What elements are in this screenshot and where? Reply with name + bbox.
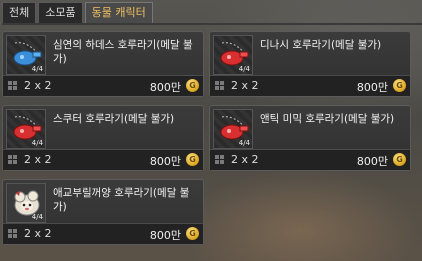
item-size: 2 x 2 xyxy=(231,79,259,92)
whistle-red-icon xyxy=(220,116,249,140)
inventory-grid-icon xyxy=(8,229,18,239)
item-name: 앤틱 미믹 호루라기(메달 불가) xyxy=(260,113,395,125)
item-card[interactable]: 4/4 스쿠터 호루라기(메달 불가) 2 x 2 800만 G xyxy=(2,105,204,171)
item-price: 800만 xyxy=(356,81,388,94)
item-card[interactable]: 4/4 앤틱 미믹 호루라기(메달 불가) 2 x 2 800만 G xyxy=(209,105,411,171)
gold-coin-icon: G xyxy=(186,79,199,92)
item-quantity: 4/4 xyxy=(31,213,43,221)
gold-coin-icon: G xyxy=(393,153,406,166)
item-name: 심연의 하데스 호루라기(메달 불가) xyxy=(53,39,193,65)
item-footer: 2 x 2 800만 G xyxy=(210,75,410,96)
item-price: 800만 xyxy=(149,155,181,168)
whistle-blue-icon xyxy=(13,42,42,66)
gold-coin-icon: G xyxy=(186,153,199,166)
whistle-red-icon xyxy=(13,116,42,140)
gold-coin-icon: G xyxy=(393,79,406,92)
item-size: 2 x 2 xyxy=(231,153,259,166)
item-name: 디나시 호루라기(메달 불가) xyxy=(260,39,382,51)
tab-animal-character[interactable]: 동물 캐릭터 xyxy=(84,2,153,24)
item-name: 스쿠터 호루라기(메달 불가) xyxy=(53,113,175,125)
whistle-red-icon xyxy=(220,42,249,66)
item-footer: 2 x 2 800만 G xyxy=(3,149,203,170)
item-quantity: 4/4 xyxy=(31,65,43,73)
inventory-grid-icon xyxy=(215,155,225,165)
tab-all[interactable]: 전체 xyxy=(2,2,37,24)
tab-underline xyxy=(2,23,422,25)
item-size: 2 x 2 xyxy=(24,153,52,166)
item-thumbnail: 4/4 xyxy=(6,183,46,223)
tab-consumables[interactable]: 소모품 xyxy=(38,2,83,24)
item-card[interactable]: 4/4 디나시 호루라기(메달 불가) 2 x 2 800만 G xyxy=(209,31,411,97)
item-footer: 2 x 2 800만 G xyxy=(3,223,203,244)
item-quantity: 4/4 xyxy=(31,139,43,147)
item-card[interactable]: 4/4 심연의 하데스 호루라기(메달 불가) 2 x 2 800만 G xyxy=(2,31,204,97)
inventory-grid-icon xyxy=(8,81,18,91)
item-quantity: 4/4 xyxy=(238,139,250,147)
gold-coin-icon: G xyxy=(186,227,199,240)
item-footer: 2 x 2 800만 G xyxy=(3,75,203,96)
item-price: 800만 xyxy=(356,155,388,168)
item-name: 애교부릴꺼양 호루라기(메달 불가) xyxy=(53,187,190,213)
item-thumbnail: 4/4 xyxy=(6,35,46,75)
item-size: 2 x 2 xyxy=(24,227,52,240)
item-price: 800만 xyxy=(149,81,181,94)
inventory-grid-icon xyxy=(215,81,225,91)
category-tabs: 전체 소모품 동물 캐릭터 xyxy=(2,2,153,24)
item-thumbnail: 4/4 xyxy=(213,109,253,149)
item-quantity: 4/4 xyxy=(238,65,250,73)
item-thumbnail: 4/4 xyxy=(213,35,253,75)
item-price: 800만 xyxy=(149,229,181,242)
item-size: 2 x 2 xyxy=(24,79,52,92)
item-thumbnail: 4/4 xyxy=(6,109,46,149)
inventory-grid-icon xyxy=(8,155,18,165)
item-card[interactable]: 4/4 애교부릴꺼양 호루라기(메달 불가) 2 x 2 800만 G xyxy=(2,179,204,245)
item-footer: 2 x 2 800만 G xyxy=(210,149,410,170)
